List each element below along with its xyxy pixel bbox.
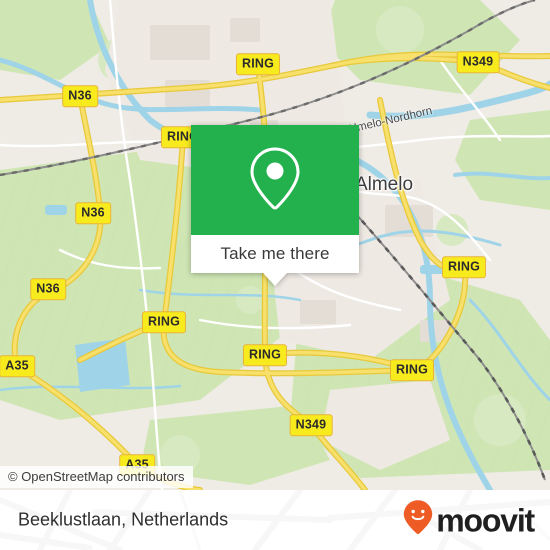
map-attribution[interactable]: © OpenStreetMap contributors — [0, 466, 193, 488]
road-shield-ring[interactable]: RING — [441, 256, 487, 278]
road-shield-n349[interactable]: N349 — [456, 51, 500, 73]
moovit-wordmark: moovit — [436, 502, 535, 538]
road-shield-ring[interactable]: RING — [389, 359, 435, 381]
moovit-brand[interactable]: moovit — [403, 500, 535, 541]
road-shield-ring[interactable]: RING — [235, 53, 281, 75]
map-viewport[interactable]: Almelo Kanaal Almelo-Nordhorn RING N349 … — [0, 0, 550, 490]
map-place-label-almelo: Almelo — [354, 174, 414, 195]
moovit-pin-icon — [403, 500, 433, 541]
road-shield-n36[interactable]: N36 — [30, 278, 66, 300]
take-me-there-label: Take me there — [220, 244, 330, 263]
callout-pointer-tail — [263, 273, 287, 286]
take-me-there-callout[interactable]: Take me there — [191, 125, 359, 286]
map-pin-icon — [248, 146, 302, 215]
moovit-map-screenshot: Almelo Kanaal Almelo-Nordhorn RING N349 … — [0, 0, 550, 550]
location-title: Beeklustlaan, Netherlands — [18, 509, 229, 530]
road-shield-ring[interactable]: RING — [141, 311, 187, 333]
road-shield-a35[interactable]: A35 — [0, 355, 35, 377]
road-shield-n349[interactable]: N349 — [289, 414, 333, 436]
road-shield-n36[interactable]: N36 — [75, 202, 111, 224]
callout-action-bar[interactable]: Take me there — [191, 235, 359, 286]
callout-pin-panel — [191, 125, 359, 235]
footer-bar: Beeklustlaan, Netherlands moovit — [0, 490, 550, 550]
road-shield-n36[interactable]: N36 — [62, 85, 98, 107]
road-shield-ring[interactable]: RING — [242, 344, 288, 366]
